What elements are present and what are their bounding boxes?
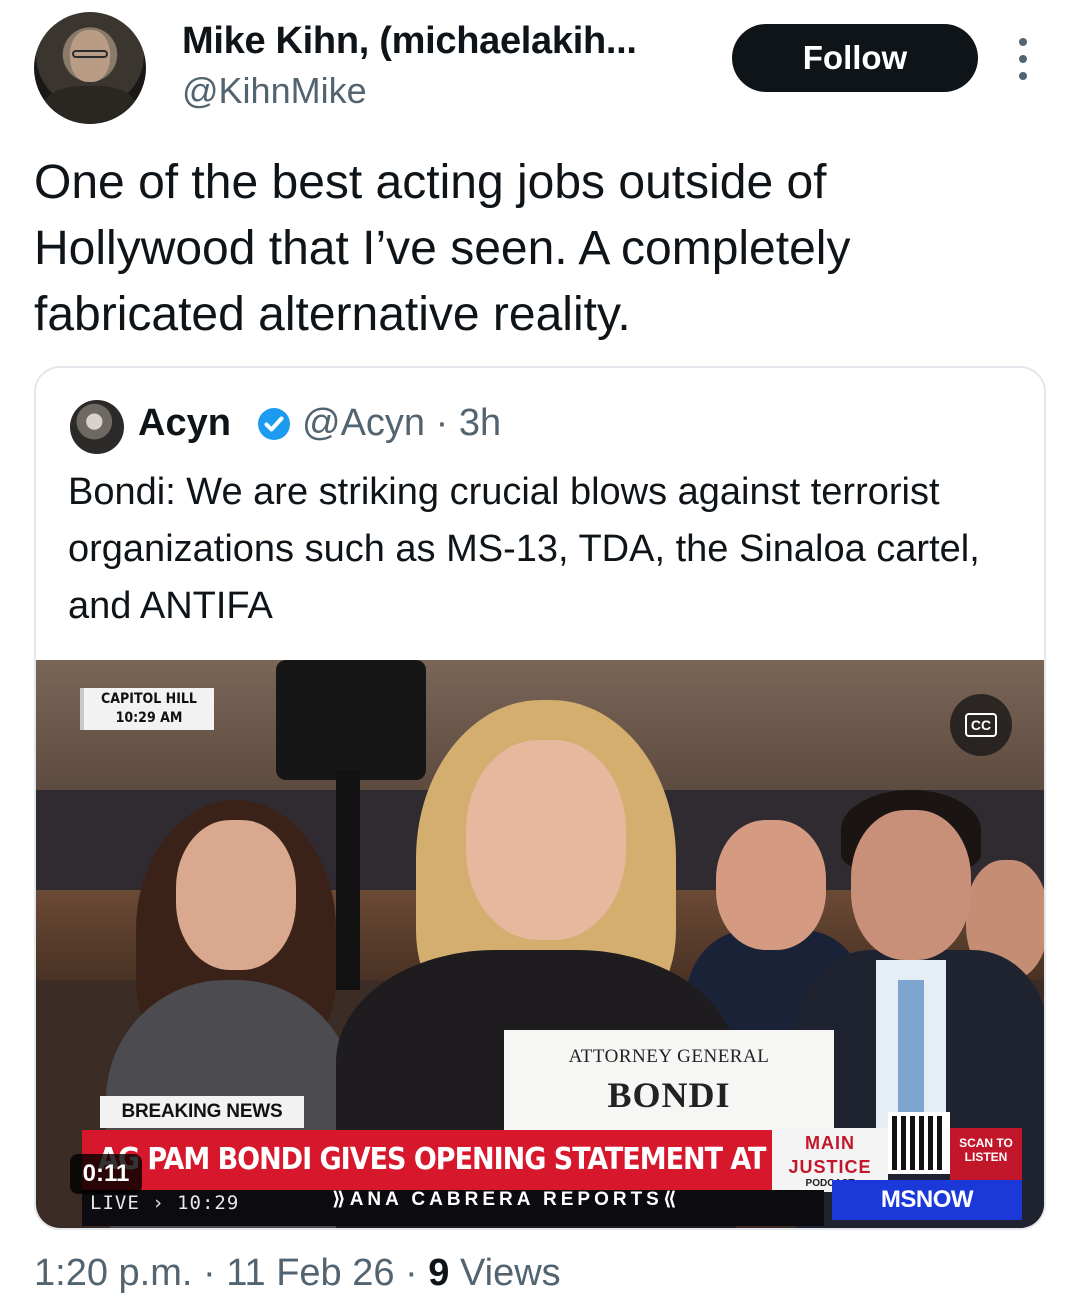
video-player[interactable]: ATTORNEY GENERAL BONDI CAPITOL HILL 10:2…: [36, 660, 1044, 1228]
qr-code-icon: [888, 1112, 950, 1174]
post-metadata: 1:20 p.m. · 11 Feb 26 · 9 Views: [34, 1252, 561, 1295]
location-bug: CAPITOL HILL 10:29 AM: [80, 688, 214, 730]
network-logo: MSNOW: [832, 1180, 1022, 1220]
show-name: ⟫ANA CABRERA REPORTS⟪: [332, 1189, 681, 1210]
author-handle[interactable]: @KihnMike: [182, 70, 367, 112]
quoted-post-card[interactable]: Acyn @Acyn · 3h Bondi: We are striking c…: [34, 366, 1046, 1230]
video-elapsed-time: 0:11: [70, 1154, 142, 1194]
author-avatar[interactable]: [34, 12, 146, 124]
avatar-shirt: [44, 86, 136, 124]
views-label: Views: [449, 1252, 561, 1294]
headline-ticker: AG PAM BONDI GIVES OPENING STATEMENT AT …: [82, 1130, 905, 1190]
views-count: 9: [428, 1252, 450, 1294]
quoted-handle-time: @Acyn · 3h: [302, 402, 502, 444]
quoted-author-name[interactable]: Acyn: [138, 402, 231, 445]
author-display-name[interactable]: Mike Kihn, (michaelakih...: [182, 20, 637, 63]
verified-badge-icon: [258, 408, 290, 440]
tv-camera: [276, 660, 426, 780]
more-options-icon[interactable]: [1012, 38, 1034, 80]
quoted-post-text: Bondi: We are striking crucial blows aga…: [68, 471, 980, 627]
quoted-author-avatar[interactable]: [70, 400, 124, 454]
closed-captions-button[interactable]: CC: [950, 694, 1012, 756]
avatar-glasses: [72, 50, 108, 58]
post-timestamp[interactable]: 1:20 p.m. · 11 Feb 26 ·: [34, 1252, 428, 1294]
follow-button[interactable]: Follow: [732, 24, 978, 92]
post-text: One of the best acting jobs outside of H…: [34, 156, 851, 341]
breaking-news-label: BREAKING NEWS: [100, 1096, 304, 1128]
live-indicator: LIVE › 10:29: [90, 1192, 240, 1214]
